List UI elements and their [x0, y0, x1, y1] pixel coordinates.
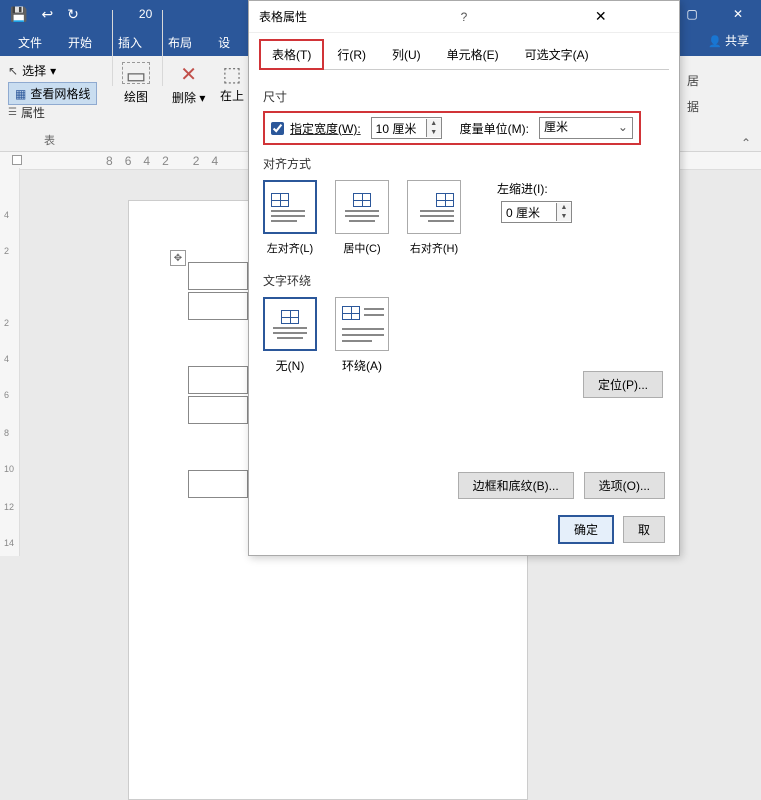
tab-row[interactable]: 行(R) — [324, 39, 379, 69]
options-button[interactable]: 选项(O)... — [584, 472, 665, 499]
table-align-left-icon — [271, 193, 289, 207]
table-align-right-icon — [436, 193, 454, 207]
share-button[interactable]: 共享 — [708, 32, 749, 49]
dialog-title: 表格属性 — [259, 8, 396, 25]
align-left-option[interactable]: 左对齐(L) — [263, 180, 317, 256]
delete-x-icon: ✕ — [172, 62, 205, 87]
insert-above-button[interactable]: 在上 — [220, 62, 244, 104]
tab-alt-text[interactable]: 可选文字(A) — [512, 39, 602, 69]
tab-cell[interactable]: 单元格(E) — [434, 39, 512, 69]
tab-table[interactable]: 表格(T) — [259, 39, 324, 70]
wrap-none-icon — [281, 310, 299, 324]
section-align-label: 对齐方式 — [263, 155, 665, 172]
align-right-option[interactable]: 右对齐(H) — [407, 180, 461, 256]
spinner-down-icon[interactable]: ▼ — [427, 128, 441, 137]
dialog-close-icon[interactable]: ✕ — [532, 8, 669, 25]
align-center-label: 居中(C) — [343, 240, 380, 256]
wrap-around-option[interactable]: 环绕(A) — [335, 297, 389, 374]
wrap-around-icon — [342, 306, 360, 320]
ribbon-fragment: 居 — [687, 72, 699, 89]
table-properties-button[interactable]: 属性 — [8, 104, 45, 121]
table-properties-dialog: 表格属性 ? ✕ 表格(T) 行(R) 列(U) 单元格(E) 可选文字(A) … — [248, 0, 680, 556]
align-center-option[interactable]: 居中(C) — [335, 180, 389, 256]
draw-table-button[interactable]: 绘图 — [122, 62, 150, 105]
ribbon-group-table-label: 表 — [44, 132, 55, 148]
dialog-help-icon[interactable]: ? — [396, 10, 533, 24]
specify-width-checkbox[interactable] — [271, 122, 284, 135]
tab-insert[interactable]: 插入 — [114, 28, 146, 57]
specify-width-label: 指定宽度(W): — [290, 120, 361, 137]
wrap-none-option[interactable]: 无(N) — [263, 297, 317, 374]
align-left-label: 左对齐(L) — [267, 240, 313, 256]
wrap-none-label: 无(N) — [276, 357, 305, 374]
tab-layout[interactable]: 布局 — [164, 28, 196, 57]
window-close-icon[interactable]: ✕ — [715, 0, 761, 28]
spinner-down-icon[interactable]: ▼ — [557, 212, 571, 221]
positioning-button[interactable]: 定位(P)... — [583, 371, 663, 398]
align-right-label: 右对齐(H) — [410, 240, 458, 256]
ribbon-fragment: 据 — [687, 98, 699, 115]
tab-home[interactable]: 开始 — [64, 28, 96, 57]
tab-file[interactable]: 文件 — [14, 28, 46, 57]
vertical-ruler: 4 2 2 4 6 8 10 12 14 — [0, 168, 20, 556]
tab-column[interactable]: 列(U) — [379, 39, 434, 69]
table-row — [188, 396, 248, 424]
table-row — [188, 262, 248, 290]
table-row — [188, 292, 248, 320]
collapse-ribbon-icon[interactable]: ⌃ — [741, 136, 751, 150]
section-wrap-label: 文字环绕 — [263, 272, 665, 289]
section-size-label: 尺寸 — [263, 88, 665, 105]
redo-icon[interactable]: ↻ — [67, 6, 79, 23]
table-row — [188, 470, 248, 498]
table-move-handle-icon[interactable]: ✥ — [170, 250, 186, 266]
tab-design[interactable]: 设 — [214, 28, 234, 57]
width-input[interactable] — [372, 118, 426, 138]
chevron-down-icon: ▾ — [50, 64, 56, 78]
save-icon[interactable]: 💾 — [10, 6, 27, 23]
document-title: 20 — [139, 7, 152, 21]
table-row — [188, 366, 248, 394]
borders-shading-button[interactable]: 边框和底纹(B)... — [458, 472, 574, 499]
indent-spinner[interactable]: ▲▼ — [501, 201, 572, 223]
undo-icon[interactable]: ↩ — [41, 6, 53, 23]
spinner-up-icon[interactable]: ▲ — [427, 119, 441, 128]
wrap-around-label: 环绕(A) — [342, 357, 382, 374]
ok-button[interactable]: 确定 — [559, 516, 613, 543]
cancel-button[interactable]: 取 — [623, 516, 665, 543]
delete-button[interactable]: ✕删除 ▾ — [172, 62, 205, 106]
left-indent-label: 左缩进(I): — [497, 180, 572, 197]
unit-select[interactable]: 厘米 — [539, 117, 633, 139]
spinner-up-icon[interactable]: ▲ — [557, 203, 571, 212]
document-table[interactable] — [186, 260, 250, 500]
view-gridlines-button[interactable]: 查看网格线 — [8, 82, 97, 105]
chevron-down-icon: ▾ — [196, 91, 205, 105]
indent-input[interactable] — [502, 202, 556, 222]
width-spinner[interactable]: ▲▼ — [371, 117, 442, 139]
unit-label: 度量单位(M): — [460, 120, 529, 137]
select-button[interactable]: 选择 ▾ — [8, 62, 56, 79]
tab-marker[interactable] — [12, 155, 22, 165]
table-align-center-icon — [353, 193, 371, 207]
